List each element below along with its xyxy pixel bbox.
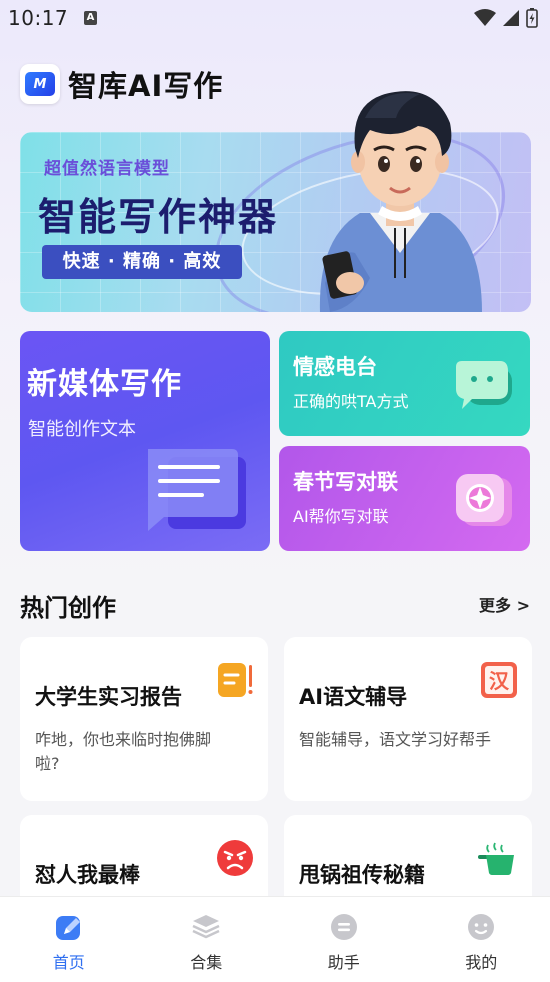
banner-subtitle: 超值然语言模型: [44, 159, 170, 179]
item-title: 怼人我最棒: [35, 863, 140, 887]
item-title: 甩锅祖传秘籍: [299, 863, 425, 887]
mascot-character-illustration: [319, 91, 482, 312]
notification-a-icon: A: [84, 11, 97, 25]
chat-bubble-smile-icon: [456, 361, 512, 409]
nav-label: 首页: [52, 953, 85, 972]
app-header: M 智库AI写作: [20, 63, 223, 105]
svg-text:汉: 汉: [489, 669, 510, 693]
status-time: 10:17: [8, 6, 69, 30]
angry-face-icon: [217, 840, 253, 876]
item-card-chinese-tutoring[interactable]: AI语文辅导 智能辅导，语文学习好帮手 汉: [284, 637, 532, 801]
nav-profile[interactable]: 我的: [413, 897, 550, 982]
emotion-radio-card[interactable]: 情感电台 正确的哄TA方式: [279, 331, 530, 436]
signal-icon: [503, 10, 519, 26]
layers-icon: [190, 911, 222, 943]
logo-mark: M: [25, 72, 55, 96]
card-subtitle: 智能创作文本: [28, 419, 136, 440]
item-desc: 咋地，你也来临时抱佛脚啦?: [35, 730, 212, 773]
new-media-writing-card[interactable]: 新媒体写作 智能创作文本: [20, 331, 270, 551]
aperture-icon: [456, 474, 512, 526]
nav-label: 助手: [327, 953, 360, 972]
pot-icon: [478, 842, 514, 875]
item-desc: 智能辅导，语文学习好帮手: [299, 730, 492, 749]
item-card-internship-report[interactable]: 大学生实习报告 咋地，你也来临时抱佛脚啦?: [20, 637, 268, 801]
app-logo: M: [20, 64, 60, 104]
card-title: 新媒体写作: [27, 367, 182, 402]
status-bar: 10:17 A: [0, 0, 550, 38]
nav-home[interactable]: 首页: [0, 897, 138, 982]
chat-document-icon: [148, 449, 246, 531]
banner-tagline: 快速 · 精确 · 高效: [42, 245, 242, 279]
nav-label: 合集: [190, 953, 223, 972]
item-title: 大学生实习报告: [35, 685, 182, 709]
spring-couplet-card[interactable]: 春节写对联 AI帮你写对联: [279, 446, 530, 551]
bottom-nav: 首页 合集 助手 我的: [0, 896, 550, 982]
card-title: 春节写对联: [293, 470, 398, 494]
home-edit-icon: [53, 911, 85, 943]
hot-creation-title: 热门创作: [20, 594, 116, 622]
card-title: 情感电台: [293, 355, 377, 379]
battery-icon: [526, 8, 538, 28]
app-title: 智库AI写作: [68, 69, 224, 103]
han-char-icon: 汉: [481, 662, 517, 698]
more-link[interactable]: 更多 >: [479, 592, 530, 616]
nav-assistant[interactable]: 助手: [275, 897, 413, 982]
card-subtitle: AI帮你写对联: [293, 507, 389, 526]
card-subtitle: 正确的哄TA方式: [293, 392, 409, 411]
report-icon: [218, 663, 253, 697]
nav-label: 我的: [465, 953, 498, 972]
status-icons: [474, 8, 538, 28]
wifi-icon: [474, 9, 496, 26]
profile-icon: [465, 911, 497, 943]
assistant-icon: [328, 911, 360, 943]
nav-collection[interactable]: 合集: [138, 897, 276, 982]
banner-title: 智能写作神器: [38, 195, 279, 239]
item-title: AI语文辅导: [299, 685, 408, 709]
